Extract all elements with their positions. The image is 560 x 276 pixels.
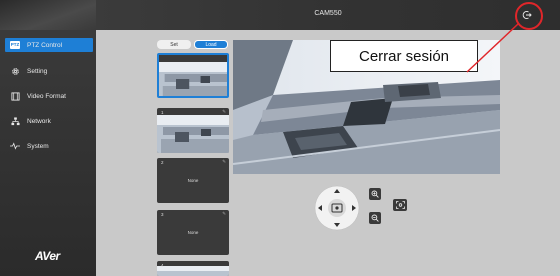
sidebar-item-label: PTZ Control bbox=[27, 41, 63, 49]
ptz-icon: PTZ bbox=[9, 41, 21, 49]
preset-item[interactable]: 2 ✎ None bbox=[157, 158, 229, 203]
edit-icon[interactable]: ✎ bbox=[222, 159, 226, 165]
set-button[interactable]: Set bbox=[157, 40, 191, 49]
sidebar-item-label: Network bbox=[27, 117, 51, 125]
pulse-icon bbox=[8, 141, 22, 151]
preset-number: 1 bbox=[161, 110, 164, 115]
network-icon bbox=[8, 116, 22, 126]
sidebar-item-network[interactable]: Network bbox=[5, 114, 93, 128]
preset-number: 3 bbox=[161, 212, 164, 217]
ptz-dpad bbox=[314, 185, 360, 231]
pan-up-button[interactable] bbox=[333, 187, 341, 194]
edit-icon[interactable]: ✎ bbox=[222, 211, 226, 217]
sidebar-header bbox=[0, 0, 96, 30]
sidebar-item-system[interactable]: System bbox=[5, 139, 93, 153]
preset-label: None bbox=[187, 230, 199, 235]
pan-left-button[interactable] bbox=[316, 204, 323, 212]
zoom-out-icon bbox=[371, 214, 379, 222]
page-title: CAM550 bbox=[314, 10, 342, 17]
zoom-in-button[interactable] bbox=[369, 188, 381, 200]
film-icon bbox=[8, 91, 22, 101]
preset-label: None bbox=[187, 178, 199, 183]
preset-item[interactable] bbox=[157, 53, 229, 98]
edit-icon[interactable]: ✎ bbox=[222, 109, 226, 115]
zoom-in-icon bbox=[371, 190, 379, 198]
focus-icon bbox=[395, 201, 405, 209]
preset-number: 2 bbox=[161, 160, 164, 165]
sidebar-item-label: System bbox=[27, 142, 49, 150]
preset-thumbnail bbox=[159, 62, 227, 96]
preset-item[interactable]: 1 ✎ bbox=[157, 108, 229, 153]
pan-right-button[interactable] bbox=[351, 204, 358, 212]
top-bar: CAM550 bbox=[96, 0, 560, 30]
sidebar-item-setting[interactable]: Setting bbox=[5, 64, 93, 78]
preset-item[interactable]: 4 bbox=[157, 261, 229, 276]
preset-thumbnail bbox=[157, 115, 229, 153]
preset-thumbnail bbox=[157, 266, 229, 276]
load-button[interactable]: Load bbox=[194, 40, 228, 49]
sidebar-item-ptz-control[interactable]: PTZ PTZ Control bbox=[5, 38, 93, 52]
sidebar-item-video-format[interactable]: Video Format bbox=[5, 89, 93, 103]
sidebar-item-label: Video Format bbox=[27, 92, 66, 100]
annotation-circle bbox=[515, 2, 543, 30]
zoom-out-button[interactable] bbox=[369, 212, 381, 224]
preset-item[interactable]: 3 ✎ None bbox=[157, 210, 229, 255]
focus-button[interactable] bbox=[393, 199, 407, 211]
sidebar-item-label: Setting bbox=[27, 67, 48, 75]
annotation-callout: Cerrar sesión bbox=[330, 40, 478, 72]
brand-logo: AVer bbox=[35, 249, 60, 263]
sidebar: PTZ PTZ Control Setting Video Format Net… bbox=[0, 0, 96, 276]
gear-icon bbox=[8, 66, 22, 76]
pan-down-button[interactable] bbox=[333, 222, 341, 229]
preset-number: 4 bbox=[161, 263, 164, 268]
